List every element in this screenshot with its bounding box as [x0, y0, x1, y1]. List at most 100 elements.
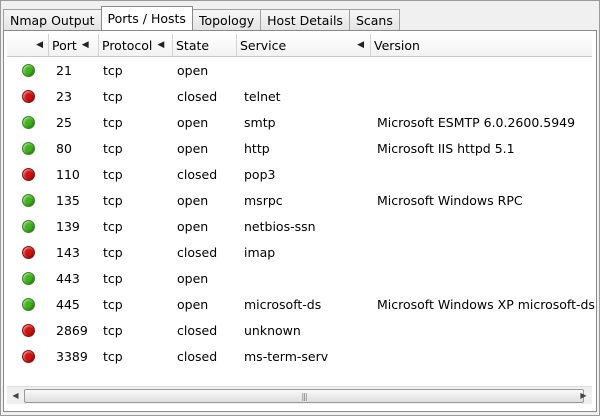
service-cell: msrpc: [244, 192, 283, 208]
tab-nmap-output[interactable]: Nmap Output: [3, 9, 102, 30]
table-row[interactable]: 2869 tcp closed unknown: [7, 317, 592, 343]
state-cell: closed: [177, 322, 218, 338]
horizontal-scrollbar[interactable]: ◀ ||| ▶: [7, 386, 592, 404]
protocol-cell: tcp: [103, 322, 123, 338]
sort-triangle-icon: ◀: [36, 40, 43, 50]
tab-label: Host Details: [267, 12, 343, 28]
scroll-left-icon[interactable]: ◀: [7, 387, 24, 404]
service-cell: netbios-ssn: [244, 218, 316, 234]
protocol-cell: tcp: [103, 270, 123, 286]
service-cell: pop3: [244, 166, 276, 182]
version-cell: Microsoft Windows RPC: [377, 192, 523, 208]
version-cell: Microsoft ESMTP 6.0.2600.5949: [377, 114, 576, 130]
state-cell: open: [177, 296, 209, 312]
sort-triangle-icon: ◀: [357, 40, 364, 50]
service-header-label: Service: [240, 37, 287, 53]
version-cell: Microsoft IIS httpd 5.1: [377, 140, 515, 156]
service-cell: unknown: [244, 322, 301, 338]
table-row[interactable]: 143 tcp closed imap: [7, 239, 592, 265]
port-column-header[interactable]: Port ◀: [49, 34, 99, 56]
port-cell: 110: [56, 166, 80, 182]
port-status-icon: [22, 298, 35, 311]
port-cell: 2869: [56, 322, 88, 338]
port-status-icon: [22, 220, 35, 233]
service-cell: telnet: [244, 88, 281, 104]
tab-strip: Nmap Output Ports / Hosts Topology Host …: [3, 6, 400, 30]
tab-label: Ports / Hosts: [107, 11, 186, 26]
status-column-header[interactable]: ◀: [7, 34, 49, 56]
port-status-icon: [22, 350, 35, 363]
state-cell: open: [177, 114, 209, 130]
table-row[interactable]: 23 tcp closed telnet: [7, 83, 592, 109]
port-status-icon: [22, 168, 35, 181]
grip-icon: |||: [301, 392, 307, 401]
sort-triangle-icon: ◀: [81, 40, 89, 50]
tab-host-details[interactable]: Host Details: [260, 9, 350, 30]
port-status-icon: [22, 116, 35, 129]
state-cell: closed: [177, 166, 218, 182]
state-cell: open: [177, 218, 209, 234]
table-row[interactable]: 445 tcp open microsoft-ds Microsoft Windows …: [7, 291, 595, 317]
table-row[interactable]: 139 tcp open netbios-ssn: [7, 213, 592, 239]
protocol-cell: tcp: [103, 192, 123, 208]
service-column-header[interactable]: Service ◀: [237, 34, 371, 56]
port-status-icon: [22, 246, 35, 259]
state-cell: closed: [177, 348, 218, 364]
table-row[interactable]: 21 tcp open: [7, 57, 592, 83]
protocol-cell: tcp: [103, 114, 123, 130]
table-row[interactable]: 25 tcp open smtp Microsoft ESMTP 6.0.2600.59…: [7, 109, 592, 135]
state-header-label: State: [176, 37, 210, 53]
port-status-icon: [22, 272, 35, 285]
state-cell: closed: [177, 244, 218, 260]
tab-topology[interactable]: Topology: [191, 9, 262, 30]
service-cell: smtp: [244, 114, 276, 130]
table-row[interactable]: 135 tcp open msrpc Microsoft Windows RPC: [7, 187, 592, 213]
table-row[interactable]: 443 tcp open: [7, 265, 592, 291]
port-status-icon: [22, 90, 35, 103]
state-cell: open: [177, 192, 209, 208]
version-header-label: Version: [374, 37, 420, 53]
port-cell: 445: [56, 296, 80, 312]
protocol-cell: tcp: [103, 62, 123, 78]
state-cell: open: [177, 62, 209, 78]
scrollbar-thumb[interactable]: |||: [24, 389, 584, 403]
protocol-column-header[interactable]: Protocol ◀: [99, 34, 173, 56]
port-cell: 3389: [56, 348, 88, 364]
port-status-icon: [22, 64, 35, 77]
port-cell: 21: [56, 62, 72, 78]
port-cell: 143: [56, 244, 80, 260]
protocol-cell: tcp: [103, 348, 123, 364]
service-cell: imap: [244, 244, 276, 260]
tab-label: Scans: [355, 12, 393, 28]
port-cell: 80: [56, 140, 72, 156]
version-column-header[interactable]: Version: [371, 34, 592, 56]
protocol-header-label: Protocol: [102, 37, 153, 53]
port-cell: 23: [56, 88, 72, 104]
tab-ports-hosts[interactable]: Ports / Hosts: [100, 6, 193, 30]
protocol-cell: tcp: [103, 296, 123, 312]
service-cell: microsoft-ds: [244, 296, 322, 312]
scroll-right-icon[interactable]: ▶: [575, 387, 592, 404]
tab-label: Topology: [198, 12, 255, 28]
protocol-cell: tcp: [103, 244, 123, 260]
state-cell: open: [177, 140, 209, 156]
nmap-results-window: Nmap Output Ports / Hosts Topology Host …: [0, 0, 600, 416]
protocol-cell: tcp: [103, 88, 123, 104]
port-status-icon: [22, 142, 35, 155]
table-row[interactable]: 80 tcp open http Microsoft IIS httpd 5.1: [7, 135, 592, 161]
port-cell: 443: [56, 270, 80, 286]
table-row[interactable]: 3389 tcp closed ms-term-serv: [7, 343, 592, 369]
sort-triangle-icon: ◀: [157, 40, 165, 50]
state-column-header[interactable]: State: [173, 34, 237, 56]
tab-scans[interactable]: Scans: [348, 9, 400, 30]
service-cell: http: [244, 140, 270, 156]
port-cell: 25: [56, 114, 72, 130]
port-cell: 135: [56, 192, 80, 208]
table-row[interactable]: 110 tcp closed pop3: [7, 161, 592, 187]
port-status-icon: [22, 194, 35, 207]
service-cell: ms-term-serv: [244, 348, 329, 364]
table-header: ◀ Port ◀ Protocol ◀ State Service ◀ Vers…: [7, 34, 592, 57]
protocol-cell: tcp: [103, 218, 123, 234]
tab-label: Nmap Output: [10, 12, 95, 28]
state-cell: closed: [177, 88, 218, 104]
